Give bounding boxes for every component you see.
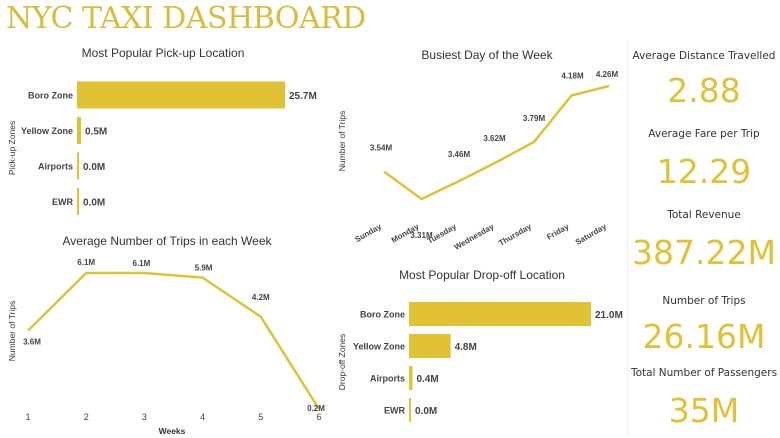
pickup-data-label: 0.0M <box>83 162 105 173</box>
dropoff-category-label: Boro Zone <box>360 310 405 320</box>
kpi-value-avg-fare: 12.29 <box>656 152 752 191</box>
weekday-data-label: 3.46M <box>448 150 471 159</box>
kpi-label-number-of-trips: Number of Trips <box>662 295 746 307</box>
pickup-bar <box>77 188 79 215</box>
weekday-ylabel: Number of Trips <box>337 111 347 171</box>
weekly-title: Average Number of Trips in each Week <box>63 234 273 248</box>
pickup-category-label: Airports <box>38 162 73 172</box>
weekly-tick-label: 6 <box>316 412 321 422</box>
dropoff-data-label: 0.4M <box>416 374 438 385</box>
weekly-tick-label: 4 <box>200 412 205 422</box>
pickup-category-label: Boro Zone <box>28 91 73 101</box>
weekday-data-label: 3.62M <box>483 134 506 143</box>
dropoff-ylabel: Drop-off Zones <box>337 334 347 391</box>
dropoff-bar <box>409 334 451 358</box>
dropoff-bar <box>409 398 411 422</box>
dropoff-category-label: Airports <box>370 374 405 384</box>
weekday-data-label: 4.26M <box>596 70 619 79</box>
dropoff-category-label: Yellow Zone <box>353 342 405 352</box>
weekly-xlabel: Weeks <box>159 426 186 436</box>
weekly-data-label: 6.1M <box>77 258 95 267</box>
weekday-tick-label: Sunday <box>353 222 383 245</box>
kpi-label-total-revenue: Total Revenue <box>667 209 741 221</box>
pickup-ylabel: Pick-up Zones <box>7 121 17 175</box>
weekly-data-label: 4.2M <box>252 293 270 302</box>
pickup-category-label: EWR <box>52 197 73 207</box>
pickup-data-label: 0.5M <box>85 127 107 138</box>
weekday-tick-label: Saturday <box>574 222 609 247</box>
pickup-bar <box>77 81 285 109</box>
pickup-bar <box>77 152 79 180</box>
weekly-series-line <box>27 271 321 410</box>
dropoff-category-label: EWR <box>384 406 405 416</box>
pickup-data-label: 25.7M <box>289 91 317 102</box>
pickup-category-label: Yellow Zone <box>21 126 73 136</box>
dropoff-data-label: 0.0M <box>415 406 437 417</box>
dropoff-bar <box>409 366 413 390</box>
weekly-data-label: 5.9M <box>195 264 213 273</box>
dropoff-title: Most Popular Drop-off Location <box>399 268 565 282</box>
weekday-tick-label: Friday <box>545 222 571 242</box>
weekday-tick-label: Thursday <box>497 222 533 248</box>
weekly-tick-label: 2 <box>84 412 89 422</box>
pickup-title: Most Popular Pick-up Location <box>82 46 245 60</box>
weekly-data-label: 6.1M <box>133 259 151 268</box>
dropoff-data-label: 4.8M <box>455 342 477 353</box>
kpi-label-avg-fare: Average Fare per Trip <box>648 128 760 140</box>
weekday-data-label: 3.79M <box>523 114 546 123</box>
pickup-bar <box>77 117 82 144</box>
dropoff-data-label: 21.0M <box>595 310 623 321</box>
weekday-data-label: 3.54M <box>370 144 393 153</box>
kpi-label-total-passengers: Total Number of Passengers <box>630 367 778 379</box>
pickup-data-label: 0.0M <box>83 198 105 209</box>
kpi-label-avg-distance: Average Distance Travelled <box>632 50 776 62</box>
kpi-value-number-of-trips: 26.16M <box>642 317 766 356</box>
kpi-value-total-passengers: 35M <box>668 391 740 430</box>
weekly-tick-label: 3 <box>142 412 147 422</box>
kpi-value-total-revenue: 387.22M <box>632 233 776 272</box>
weekly-data-label: 3.6M <box>23 338 41 347</box>
weekly-ylabel: Number of Trips <box>7 301 17 361</box>
weekly-tick-label: 5 <box>258 412 263 422</box>
weekday-title: Busiest Day of the Week <box>421 48 553 62</box>
dropoff-bar <box>409 302 591 326</box>
weekday-data-label: 4.18M <box>561 72 584 81</box>
weekly-tick-label: 1 <box>25 412 30 422</box>
kpi-value-avg-distance: 2.88 <box>667 71 741 110</box>
weekday-tick-label: Wednesday <box>453 222 496 252</box>
